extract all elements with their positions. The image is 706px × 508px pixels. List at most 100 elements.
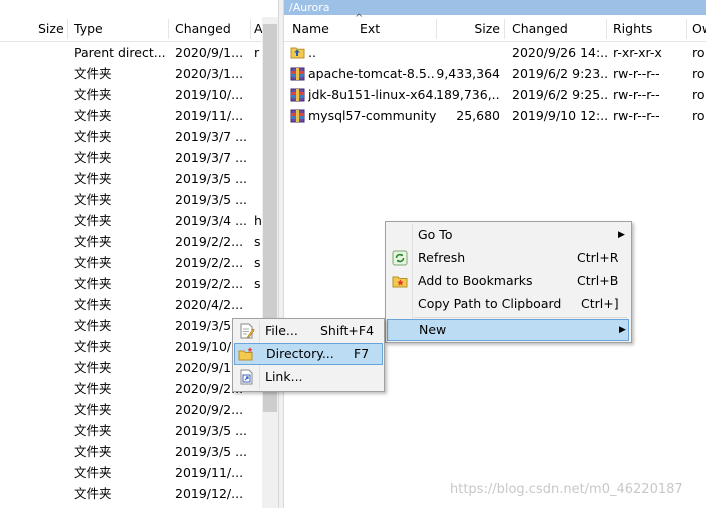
menu-item-label: Copy Path to Clipboard: [418, 296, 562, 311]
menu-item-label: Directory...: [266, 346, 334, 361]
row-type: 文件夹: [74, 150, 112, 165]
table-row[interactable]: 文件夹 2019/12/...: [0, 483, 262, 504]
table-row[interactable]: 文件夹 2019/3/5 ...: [0, 168, 262, 189]
row-type: 文件夹: [74, 360, 112, 375]
row-changed: 2019/3/7 ...: [175, 150, 247, 165]
row-changed: 2019/11/...: [175, 108, 244, 123]
row-type: 文件夹: [74, 339, 112, 354]
submenu-arrow-icon: ▶: [619, 325, 626, 335]
row-owner: ro: [692, 66, 705, 81]
row-type: 文件夹: [74, 87, 112, 102]
archive-icon: [290, 108, 305, 123]
right-column-header: Name ^ Ext Size Changed Rights Ow: [284, 13, 706, 42]
menu-item-new-link[interactable]: Link...: [235, 366, 380, 388]
column-type[interactable]: Type: [74, 17, 164, 41]
table-row[interactable]: 文件夹 2019/3/5 ...: [0, 189, 262, 210]
column-divider[interactable]: [67, 19, 68, 39]
column-divider[interactable]: [168, 19, 169, 39]
table-row[interactable]: 文件夹 2019/10/...: [0, 84, 262, 105]
row-type: 文件夹: [74, 402, 112, 417]
new-submenu: File... Shift+F4 Directory... F7 Link...: [232, 318, 385, 392]
menu-item-copy-path[interactable]: Copy Path to Clipboard Ctrl+]: [388, 293, 627, 315]
table-row[interactable]: 文件夹 2019/3/7 ...: [0, 126, 262, 147]
column-divider[interactable]: [606, 19, 607, 39]
new-directory-icon: [238, 346, 254, 362]
submenu-arrow-icon: ▶: [618, 230, 625, 240]
table-row[interactable]: 文件夹 2019/3/7 ...: [0, 147, 262, 168]
row-changed: 2019/2/2...: [175, 276, 244, 291]
table-row[interactable]: 文件夹 2019/11/...: [0, 462, 262, 483]
table-row[interactable]: 文件夹 2019/2/2... s: [0, 252, 262, 273]
table-row[interactable]: 文件夹 2019/2/2... s: [0, 273, 262, 294]
new-file-icon: [239, 323, 255, 339]
menu-item-new-file[interactable]: File... Shift+F4: [235, 320, 380, 342]
menu-item-add-to-bookmarks[interactable]: Add to Bookmarks Ctrl+B: [388, 270, 627, 292]
row-type: 文件夹: [74, 486, 112, 501]
row-type: 文件夹: [74, 465, 112, 480]
row-type: 文件夹: [74, 129, 112, 144]
context-menu: Go To ▶ Refresh Ctrl+R Add to Bookmarks …: [385, 221, 632, 343]
row-type: 文件夹: [74, 234, 112, 249]
menu-item-refresh[interactable]: Refresh Ctrl+R: [388, 247, 627, 269]
row-type: Parent direct...: [74, 45, 166, 60]
table-row[interactable]: 文件夹 2019/3/5: [0, 315, 262, 336]
row-type: 文件夹: [74, 66, 112, 81]
table-row[interactable]: Parent direct... 2020/9/1... r: [0, 42, 262, 63]
column-changed[interactable]: Changed: [175, 17, 247, 41]
column-changed[interactable]: Changed: [512, 17, 602, 41]
row-attr: r: [254, 45, 260, 60]
row-type: 文件夹: [74, 318, 112, 333]
row-rights: r-xr-xr-x: [613, 45, 662, 60]
table-row[interactable]: 文件夹 2020/3/1...: [0, 63, 262, 84]
menu-item-new[interactable]: New ▶: [387, 319, 629, 341]
column-ext[interactable]: Ext: [360, 17, 400, 41]
row-changed: 2020/9/26 14:...: [512, 45, 607, 60]
column-name[interactable]: Name: [292, 17, 342, 41]
row-rights: rw-r--r--: [613, 108, 660, 123]
row-changed: 2019/3/5 ...: [175, 192, 247, 207]
row-type: 文件夹: [74, 276, 112, 291]
table-row[interactable]: 文件夹 2020/9/1...: [0, 357, 262, 378]
row-type: 文件夹: [74, 171, 112, 186]
row-attr: s: [254, 255, 261, 270]
menu-item-label: Go To: [418, 227, 453, 242]
table-row[interactable]: 文件夹 2019/10/...: [0, 336, 262, 357]
archive-icon: [290, 87, 305, 102]
menu-item-new-directory[interactable]: Directory... F7: [234, 343, 383, 365]
row-changed: 2019/11/...: [175, 465, 244, 480]
menu-item-shortcut: Ctrl+R: [577, 250, 619, 265]
table-row[interactable]: .. 2020/9/26 14:... r-xr-xr-x ro: [284, 42, 706, 63]
menu-item-label: Link...: [265, 369, 303, 384]
row-changed: 2019/2/2...: [175, 234, 244, 249]
row-changed: 2019/12/...: [175, 486, 244, 501]
row-changed: 2019/9/10 12:...: [512, 108, 607, 123]
table-row[interactable]: 文件夹 2019/3/4 ... h: [0, 210, 262, 231]
refresh-icon: [392, 250, 408, 266]
column-divider[interactable]: [250, 19, 251, 39]
column-divider[interactable]: [504, 19, 505, 39]
column-owner[interactable]: Ow: [692, 17, 706, 41]
column-size[interactable]: Size: [436, 17, 500, 41]
table-row[interactable]: mysql57-community.... 25,680 2019/9/10 12:…: [284, 105, 706, 126]
column-attr[interactable]: A: [254, 17, 262, 41]
table-row[interactable]: 文件夹 2019/11/...: [0, 105, 262, 126]
menu-item-label: Refresh: [418, 250, 466, 265]
menu-item-go-to[interactable]: Go To ▶: [388, 224, 627, 246]
left-file-panel: Size Type Changed A Parent direct... 2020…: [0, 0, 278, 508]
table-row[interactable]: 文件夹 2019/2/2... s: [0, 231, 262, 252]
column-divider[interactable]: [686, 19, 687, 39]
menu-separator: [414, 317, 627, 318]
table-row[interactable]: 文件夹 2019/3/5 ...: [0, 441, 262, 462]
table-row[interactable]: 文件夹 2020/9/2...: [0, 399, 262, 420]
table-row[interactable]: 文件夹 2020/4/2...: [0, 294, 262, 315]
column-size[interactable]: Size: [38, 17, 64, 41]
row-changed: 2020/3/1...: [175, 66, 244, 81]
row-attr: s: [254, 234, 261, 249]
table-row[interactable]: 文件夹 2019/3/5 ...: [0, 420, 262, 441]
row-size: 25,680: [456, 108, 500, 123]
table-row[interactable]: apache-tomcat-8.5.... 9,433,364 2019/6/2 9…: [284, 63, 706, 84]
table-row[interactable]: 文件夹 2020/9/2...: [0, 378, 262, 399]
table-row[interactable]: jdk-8u151-linux-x64.... 189,736,... 2019/6…: [284, 84, 706, 105]
row-changed: 2019/3/5 ...: [175, 444, 247, 459]
column-rights[interactable]: Rights: [613, 17, 673, 41]
